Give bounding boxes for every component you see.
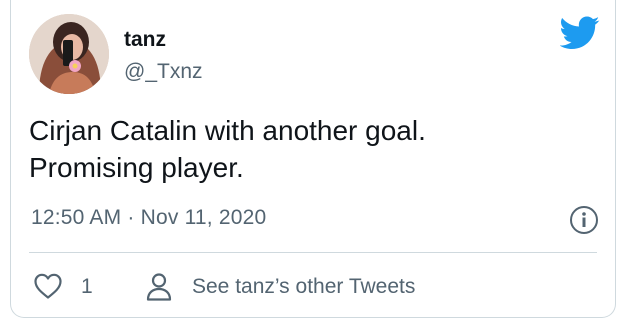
avatar[interactable] bbox=[29, 14, 109, 94]
heart-icon[interactable] bbox=[33, 272, 63, 300]
tweet-timestamp[interactable]: 12:50 AM · Nov 11, 2020 bbox=[31, 206, 266, 230]
author-handle[interactable]: @_Txnz bbox=[124, 60, 203, 84]
author-name[interactable]: tanz bbox=[124, 28, 166, 52]
person-icon[interactable] bbox=[145, 272, 173, 302]
tweet-text: Cirjan Catalin with another goal. Promis… bbox=[29, 112, 589, 186]
avatar-photo bbox=[29, 14, 109, 94]
like-count[interactable]: 1 bbox=[81, 275, 93, 299]
see-other-tweets-link[interactable]: See tanz’s other Tweets bbox=[192, 275, 415, 299]
divider bbox=[29, 252, 597, 253]
tweet-text-line-1: Cirjan Catalin with another goal. bbox=[29, 115, 426, 146]
twitter-bird-icon[interactable] bbox=[560, 16, 600, 50]
info-icon[interactable] bbox=[569, 205, 599, 235]
tweet-text-line-2: Promising player. bbox=[29, 152, 244, 183]
tweet-card: tanz @_Txnz Cirjan Catalin with another … bbox=[10, 0, 616, 318]
